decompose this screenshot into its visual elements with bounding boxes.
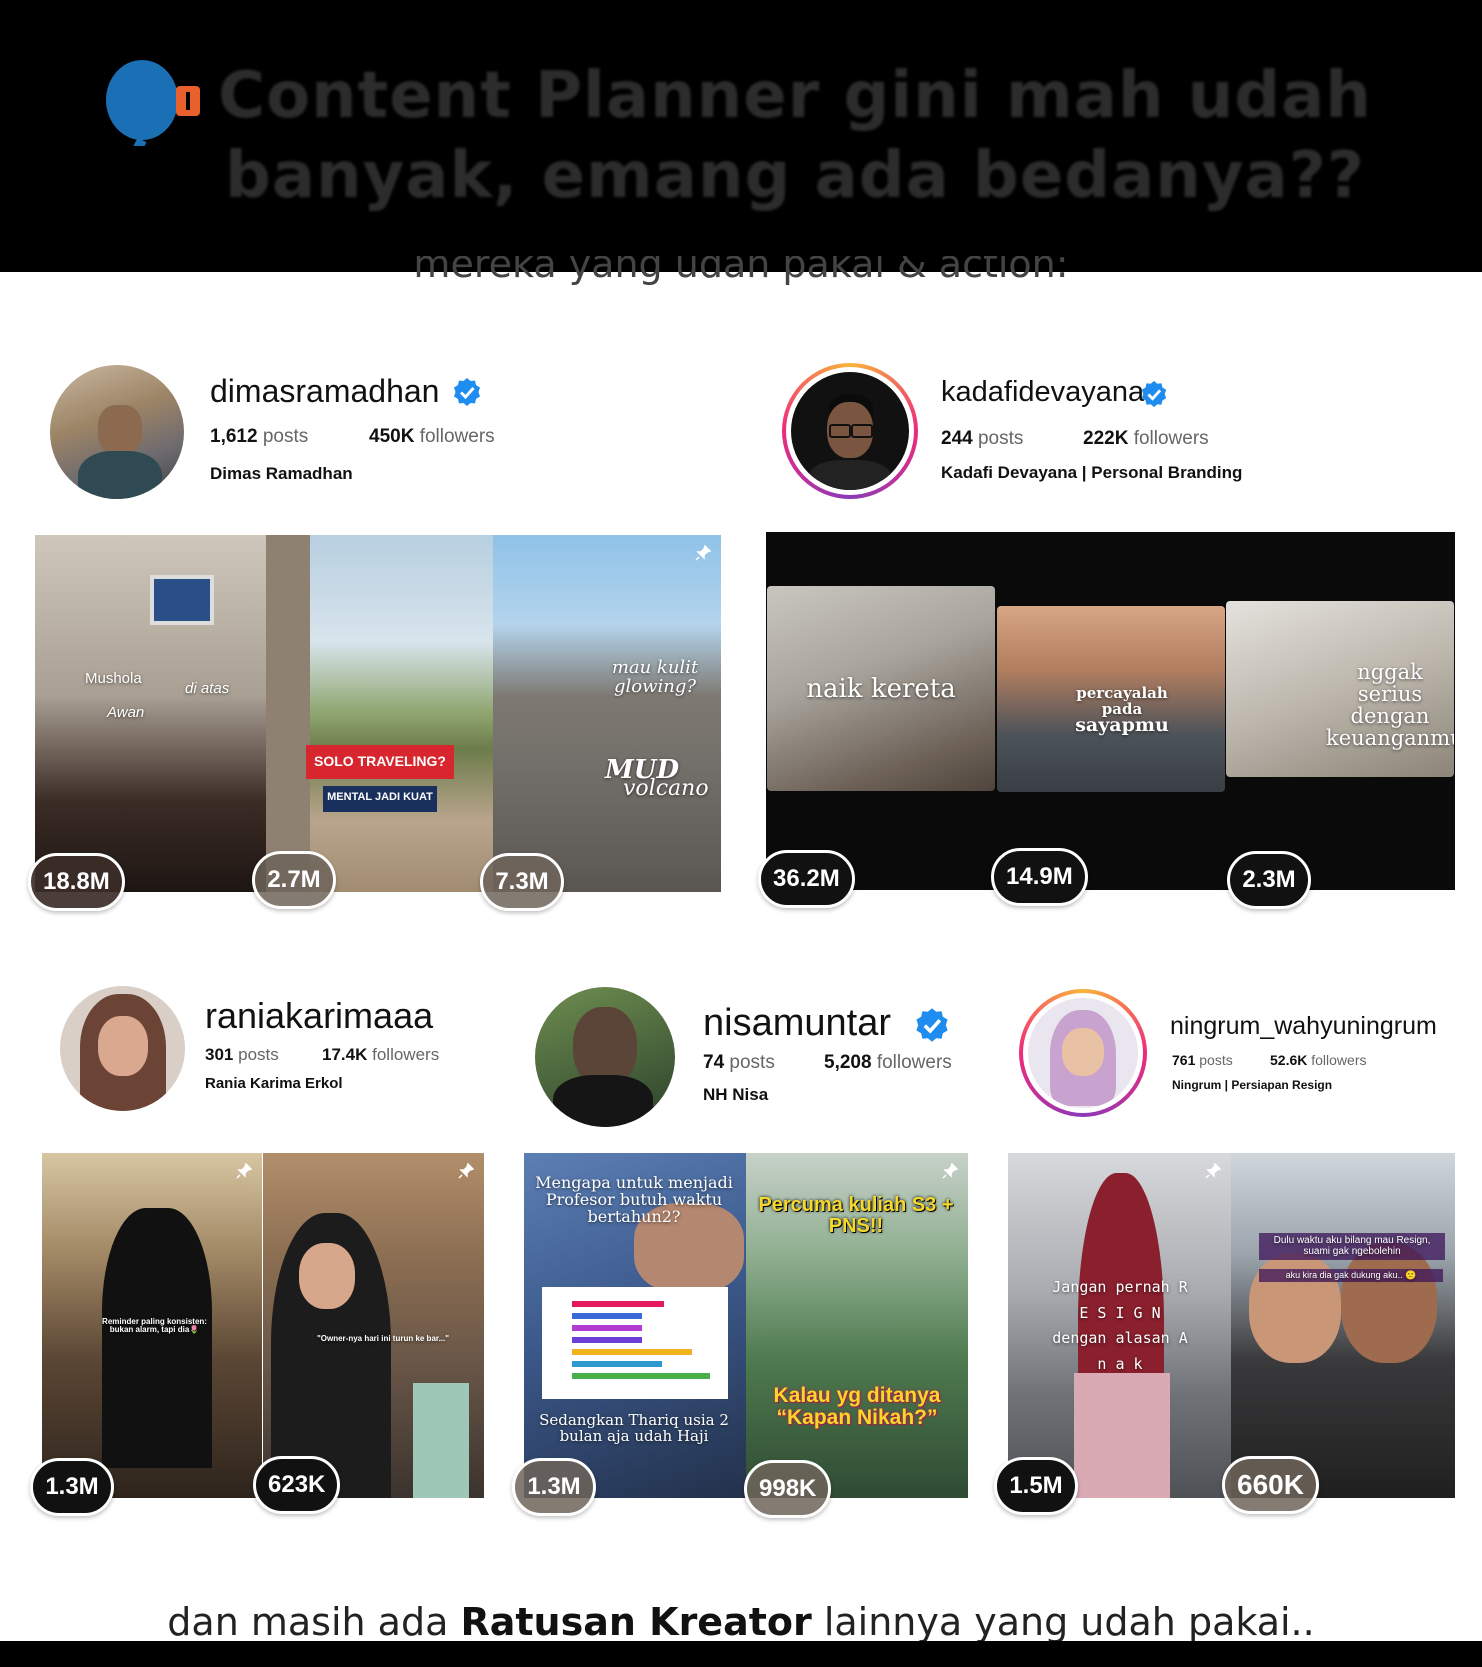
overlay-text: sayapmu [1075,714,1169,736]
view-count-badge: 1.3M [512,1458,596,1516]
overlay-text: mau kulit glowing? [611,657,699,697]
avatar-dimasramadhan[interactable] [50,365,184,499]
avatar-nisamuntar[interactable] [535,987,675,1127]
pin-icon [1205,1163,1221,1179]
overlay-text: Kalau yg ditanya “Kapan Nikah?” [773,1384,941,1430]
avatar-raniakarimaaa[interactable] [60,986,185,1111]
reel-thumbnail[interactable]: naik kereta [767,586,995,791]
verified-badge-icon [454,378,480,406]
view-count-badge: 7.3M [480,853,564,911]
view-count-badge: 18.8M [28,853,125,911]
followers-count[interactable]: 222K followers [1083,428,1209,450]
followers-count[interactable]: 450K followers [369,426,495,448]
display-name: Ningrum | Persiapan Resign [1172,1078,1333,1092]
view-count-badge: 1.3M [30,1458,114,1516]
pin-icon [695,545,711,561]
overlay-text: Mengapa untuk menjadi Profesor butuh wak… [535,1173,733,1226]
overlay-text: aku kira dia gak dukung aku.. 🙁 [1259,1269,1443,1283]
reel-thumbnail[interactable]: mau kulit glowing? MUD volcano [493,535,721,892]
reel-thumbnail[interactable]: SOLO TRAVELING? MENTAL JADI KUAT [266,535,493,892]
overlay-text: naik kereta [806,674,956,704]
posts-count: 761 posts [1172,1052,1233,1068]
username[interactable]: nisamuntar [703,1002,891,1045]
display-name: Kadafi Devayana | Personal Branding [941,463,1243,482]
avatar-kadafidevayana[interactable] [782,363,918,499]
username[interactable]: raniakarimaaa [205,995,433,1037]
view-count-badge: 660K [1222,1456,1319,1514]
verified-badge-icon [916,1008,948,1042]
overlay-text: Awan [107,704,145,721]
posts-count: 301 posts [205,1045,279,1064]
reel-thumbnail[interactable]: Percuma kuliah S3 + PNS!! Kalau yg ditan… [746,1153,968,1498]
bottom-bar [0,1641,1482,1667]
view-count-badge: 1.5M [994,1457,1078,1515]
view-count-badge: 2.7M [252,851,336,909]
username[interactable]: ningrum_wahyuningrum [1170,1012,1437,1041]
brand-logo-icon [106,60,200,146]
view-count-badge: 14.9M [991,848,1088,906]
overlay-text: Reminder paling konsisten: bukan alarm, … [102,1317,207,1335]
followers-count[interactable]: 17.4K followers [322,1045,439,1065]
overlay-text: Percuma kuliah S3 + PNS!! [758,1194,954,1237]
overlay-text: Dulu waktu aku bilang mau Resign, suami … [1259,1233,1445,1260]
posts-count: 1,612 posts [210,426,309,447]
pin-icon [236,1163,252,1179]
posts-count: 74 posts [703,1052,775,1073]
view-count-badge: 998K [744,1460,832,1518]
overlay-text: SOLO TRAVELING? [314,753,446,769]
reel-thumbnail[interactable]: Mengapa untuk menjadi Profesor butuh wak… [524,1153,746,1498]
view-count-badge: 623K [253,1456,341,1514]
headline: Content Planner gini mah udah banyak, em… [218,59,1372,213]
avatar-ningrum[interactable] [1019,989,1147,1117]
followers-count[interactable]: 5,208 followers [824,1052,952,1074]
reel-thumbnail[interactable]: "Owner-nya hari ini turun ke bar..." [263,1153,484,1498]
overlay-text: Sedangkan Thariq usia 2 bulan aja udah H… [539,1411,729,1445]
overlay-text: percayalah pada [1076,684,1168,718]
pin-icon [458,1163,474,1179]
reel-thumbnail[interactable]: Dulu waktu aku bilang mau Resign, suami … [1231,1153,1455,1498]
reel-thumbnail[interactable]: Jangan pernah R E S I G N dengan alasan … [1008,1153,1231,1498]
overlay-text: Jangan pernah R E S I G N dengan alasan … [1052,1278,1188,1373]
view-count-badge: 36.2M [758,850,855,908]
verified-badge-icon [1141,380,1167,408]
footer-caption: dan masih ada Ratusan Kreator lainnya ya… [167,1600,1315,1644]
subheadline: mereka yang udah pakai & action: [413,256,1069,286]
overlay-text: "Owner-nya hari ini turun ke bar..." [316,1334,450,1343]
overlay-text: volcano [623,776,709,801]
embedded-bar-chart [542,1287,728,1399]
posts-count: 244 posts [941,428,1024,449]
reel-thumbnail[interactable]: percayalah pada sayapmu [997,606,1225,792]
pin-icon [942,1163,958,1179]
followers-count[interactable]: 52.6K followers [1270,1052,1367,1068]
view-count-badge: 2.3M [1227,851,1311,909]
reel-thumbnail[interactable]: Mushola Awan di atas [35,535,266,892]
username[interactable]: dimasramadhan [210,373,439,410]
overlay-text: di atas [185,680,230,697]
overlay-text: nggak serius dengan keuanganmu. [1326,660,1454,751]
reel-thumbnail[interactable]: nggak serius dengan keuanganmu. [1226,601,1454,777]
overlay-text: MENTAL JADI KUAT [327,791,433,803]
display-name: Rania Karima Erkol [205,1075,343,1092]
overlay-text: Mushola [85,670,142,687]
display-name: Dimas Ramadhan [210,464,353,483]
reel-thumbnail[interactable]: Reminder paling konsisten: bukan alarm, … [42,1153,262,1498]
display-name: NH Nisa [703,1085,769,1104]
username[interactable]: kadafidevayana [941,376,1144,409]
